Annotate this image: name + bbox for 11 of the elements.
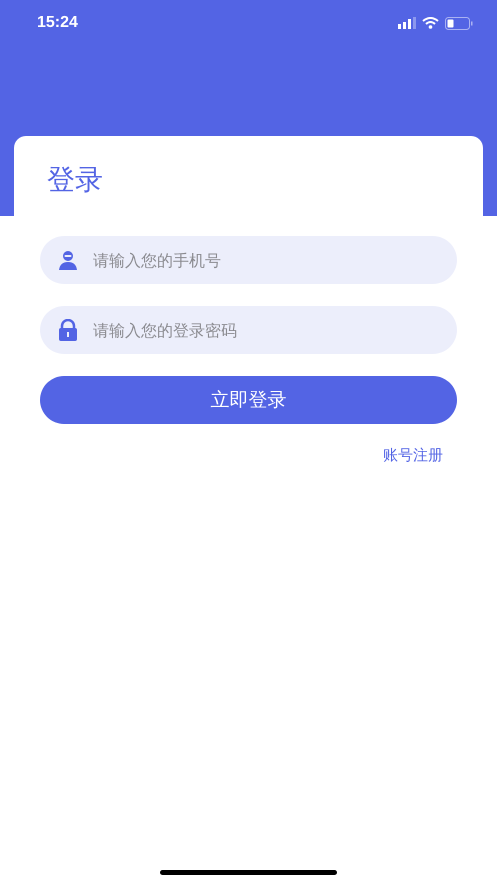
page-title: 登录 <box>47 162 104 198</box>
lock-icon <box>58 319 78 341</box>
status-time: 15:24 <box>37 14 78 32</box>
password-field[interactable]: 请输入您的登录密码 <box>40 306 457 354</box>
wifi-icon <box>422 17 439 29</box>
login-button[interactable]: 立即登录 <box>40 376 457 424</box>
battery-icon <box>445 16 473 30</box>
user-icon <box>58 250 78 270</box>
register-link[interactable]: 账号注册 <box>383 446 443 465</box>
signal-icon <box>398 17 416 29</box>
phone-field[interactable]: 请输入您的手机号 <box>40 236 457 284</box>
